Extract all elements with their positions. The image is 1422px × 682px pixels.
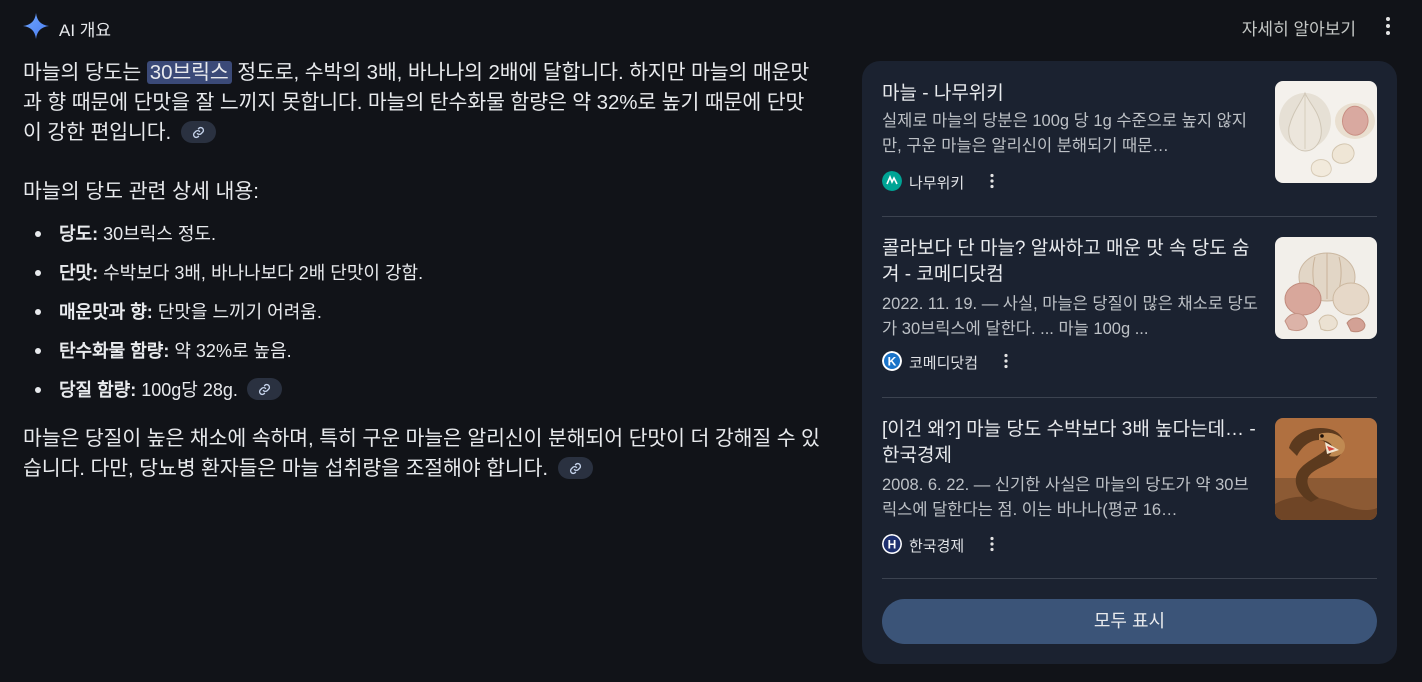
svg-text:H: H bbox=[888, 538, 897, 552]
list-item: 당질 함량: 100g당 28g. bbox=[23, 377, 823, 403]
citation-link-button[interactable] bbox=[180, 120, 216, 143]
gemini-sparkle-icon bbox=[23, 13, 49, 39]
source-title[interactable]: 콜라보다 단 마늘? 알싸하고 매운 맛 속 당도 숨겨 - 코메디닷컴 bbox=[882, 236, 1262, 288]
source-thumbnail[interactable] bbox=[1275, 81, 1377, 183]
overview-paragraph-2: 마늘은 당질이 높은 채소에 속하며, 특히 구운 마늘은 알리신이 분해되어 … bbox=[23, 424, 823, 484]
para2-text: 마늘은 당질이 높은 채소에 속하며, 특히 구운 마늘은 알리신이 분해되어 … bbox=[23, 427, 820, 480]
source-card-kormedi[interactable]: 콜라보다 단 마늘? 알싸하고 매운 맛 속 당도 숨겨 - 코메디닷컴 202… bbox=[882, 236, 1377, 396]
source-site-name: 코메디닷컴 bbox=[909, 355, 979, 372]
list-item: 탄수화물 함량: 약 32%로 높음. bbox=[23, 338, 823, 364]
source-card-hankyung[interactable]: [이건 왜?] 마늘 당도 수박보다 3배 높다는데… - 한국경제 2008.… bbox=[882, 417, 1377, 577]
namuwiki-favicon-icon bbox=[882, 171, 902, 191]
detail-text: 100g당 28g. bbox=[136, 380, 238, 400]
detail-text: 수박보다 3배, 바나나보다 2배 단맛이 강함. bbox=[98, 263, 424, 283]
list-item: 단맛: 수박보다 3배, 바나나보다 2배 단맛이 강함. bbox=[23, 260, 823, 286]
more-options-icon[interactable] bbox=[1376, 14, 1400, 38]
list-item: 매운맛과 향: 단맛을 느끼기 어려움. bbox=[23, 299, 823, 325]
source-snippet: 2022. 11. 19. — 사실, 마늘은 당질이 많은 채소로 당도가 3… bbox=[882, 295, 1258, 338]
link-icon bbox=[192, 126, 204, 138]
detail-text: 약 32%로 높음. bbox=[169, 341, 292, 361]
ai-overview-header: AI 개요 자세히 알아보기 bbox=[22, 10, 1400, 42]
detail-text: 30브릭스 정도. bbox=[98, 224, 216, 244]
hankyung-favicon-icon: H bbox=[882, 534, 902, 554]
source-snippet: 2008. 6. 22. — 신기한 사실은 마늘의 당도가 약 30브릭스에 … bbox=[882, 476, 1249, 519]
source-divider bbox=[882, 397, 1377, 398]
details-section-title: 마늘의 당도 관련 상세 내용: bbox=[23, 180, 259, 203]
kormedi-favicon-icon: K bbox=[882, 351, 902, 371]
list-item: 당도: 30브릭스 정도. bbox=[23, 221, 823, 247]
citation-link-button[interactable] bbox=[557, 456, 593, 479]
source-site-name: 나무위키 bbox=[909, 175, 965, 192]
source-thumbnail[interactable] bbox=[1275, 418, 1377, 520]
ai-overview-body: 마늘의 당도는 30브릭스 정도로, 수박의 3배, 바나나의 2배에 달합니다… bbox=[23, 58, 823, 484]
source-options-icon[interactable] bbox=[997, 352, 1015, 370]
garlic-cloves-image bbox=[1275, 81, 1377, 183]
source-title[interactable]: [이건 왜?] 마늘 당도 수박보다 3배 높다는데… - 한국경제 bbox=[882, 417, 1262, 469]
detail-text: 단맛을 느끼기 어려움. bbox=[152, 302, 322, 322]
svg-text:K: K bbox=[888, 355, 897, 369]
learn-more-button[interactable]: 자세히 알아보기 bbox=[1242, 15, 1356, 40]
ai-overview-title: AI 개요 bbox=[59, 21, 112, 40]
detail-label: 매운맛과 향: bbox=[59, 302, 153, 322]
para1-text-pre: 마늘의 당도는 bbox=[23, 61, 147, 84]
overview-paragraph-1: 마늘의 당도는 30브릭스 정도로, 수박의 3배, 바나나의 2배에 달합니다… bbox=[23, 58, 823, 148]
show-all-button[interactable]: 모두 표시 bbox=[882, 599, 1377, 644]
details-list: 당도: 30브릭스 정도. 단맛: 수박보다 3배, 바나나보다 2배 단맛이 … bbox=[23, 221, 823, 403]
source-site-name: 한국경제 bbox=[909, 538, 965, 555]
detail-label: 단맛: bbox=[59, 263, 99, 283]
detail-label: 당질 함량: bbox=[59, 380, 137, 400]
source-divider bbox=[882, 216, 1377, 217]
source-options-icon[interactable] bbox=[983, 172, 1001, 190]
source-title[interactable]: 마늘 - 나무위키 bbox=[882, 81, 1262, 107]
source-divider bbox=[882, 578, 1377, 579]
highlighted-term: 30브릭스 bbox=[146, 61, 232, 84]
sources-panel: 마늘 - 나무위키 실제로 마늘의 당분은 100g 당 1g 수준으로 높지 … bbox=[862, 61, 1397, 664]
link-icon bbox=[569, 462, 581, 474]
source-card-namuwiki[interactable]: 마늘 - 나무위키 실제로 마늘의 당분은 100g 당 1g 수준으로 높지 … bbox=[882, 81, 1377, 221]
link-icon bbox=[258, 384, 270, 396]
cobra-image bbox=[1275, 418, 1377, 520]
garlic-bulbs-image bbox=[1275, 237, 1377, 339]
detail-label: 탄수화물 함량: bbox=[59, 341, 170, 361]
source-thumbnail[interactable] bbox=[1275, 237, 1377, 339]
source-snippet: 실제로 마늘의 당분은 100g 당 1g 수준으로 높지 않지만, 구운 마늘… bbox=[882, 112, 1247, 155]
source-options-icon[interactable] bbox=[983, 535, 1001, 553]
citation-link-button[interactable] bbox=[246, 378, 282, 401]
detail-label: 당도: bbox=[59, 224, 99, 244]
